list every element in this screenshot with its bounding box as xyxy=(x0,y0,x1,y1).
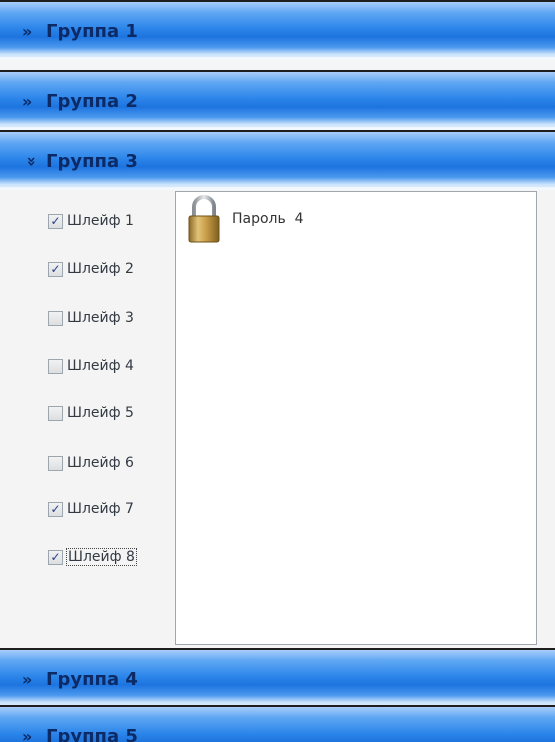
group-header-4[interactable]: » Группа 4 xyxy=(0,648,555,708)
chevron-down-icon: » xyxy=(22,155,42,167)
loop-checkbox-4[interactable]: Шлейф 4 xyxy=(48,355,134,377)
group-header-1[interactable]: » Группа 1 xyxy=(0,0,555,60)
loop-checkbox-3[interactable]: Шлейф 3 xyxy=(48,307,134,329)
checkbox-box[interactable]: ✓ xyxy=(48,549,63,565)
loop-checkbox-1[interactable]: ✓ Шлейф 1 xyxy=(48,210,134,232)
password-list: Пароль 4 xyxy=(175,191,537,645)
loop-list: ✓ Шлейф 1 ✓ Шлейф 2 Шлейф 3 Шлейф 4 Шлей… xyxy=(0,190,174,650)
checkbox-box[interactable] xyxy=(48,455,63,471)
password-label: Пароль 4 xyxy=(232,211,304,227)
checkbox-label: Шлейф 3 xyxy=(67,310,134,326)
chevron-right-icon: » xyxy=(22,21,33,41)
checkbox-label: Шлейф 6 xyxy=(67,455,134,471)
checkbox-label: Шлейф 1 xyxy=(67,213,134,229)
group-title: Группа 4 xyxy=(46,668,138,690)
checkbox-box[interactable]: ✓ xyxy=(48,213,63,229)
loop-checkbox-2[interactable]: ✓ Шлейф 2 xyxy=(48,258,134,280)
loop-checkbox-7[interactable]: ✓ Шлейф 7 xyxy=(48,498,134,520)
group-header-2[interactable]: » Группа 2 xyxy=(0,70,555,130)
accordion-panel: » Группа 1 » Группа 2 » Группа 3 ✓ Шлейф… xyxy=(0,0,555,742)
checkbox-label: Шлейф 4 xyxy=(67,358,134,374)
padlock-icon xyxy=(188,195,220,243)
checkbox-box[interactable] xyxy=(48,358,63,374)
group-header-3[interactable]: » Группа 3 xyxy=(0,130,555,190)
checkbox-label: Шлейф 5 xyxy=(67,405,134,421)
chevron-right-icon: » xyxy=(22,726,33,742)
loop-checkbox-8[interactable]: ✓ Шлейф 8 xyxy=(48,546,137,568)
group-title: Группа 1 xyxy=(46,20,138,42)
loop-checkbox-5[interactable]: Шлейф 5 xyxy=(48,402,134,424)
group-header-5[interactable]: » Группа 5 xyxy=(0,705,555,742)
checkbox-label: Шлейф 8 xyxy=(66,548,137,566)
chevron-right-icon: » xyxy=(22,669,33,689)
checkbox-box[interactable]: ✓ xyxy=(48,261,63,277)
group-title: Группа 5 xyxy=(46,725,138,742)
group-3-content: ✓ Шлейф 1 ✓ Шлейф 2 Шлейф 3 Шлейф 4 Шлей… xyxy=(0,190,555,650)
chevron-right-icon: » xyxy=(22,91,33,111)
password-item[interactable]: Пароль 4 xyxy=(188,194,304,244)
checkbox-box[interactable]: ✓ xyxy=(48,501,63,517)
checkbox-label: Шлейф 2 xyxy=(67,261,134,277)
group-title: Группа 2 xyxy=(46,90,138,112)
group-title: Группа 3 xyxy=(46,150,138,172)
loop-checkbox-6[interactable]: Шлейф 6 xyxy=(48,452,134,474)
checkbox-box[interactable] xyxy=(48,405,63,421)
checkbox-label: Шлейф 7 xyxy=(67,501,134,517)
checkbox-box[interactable] xyxy=(48,310,63,326)
